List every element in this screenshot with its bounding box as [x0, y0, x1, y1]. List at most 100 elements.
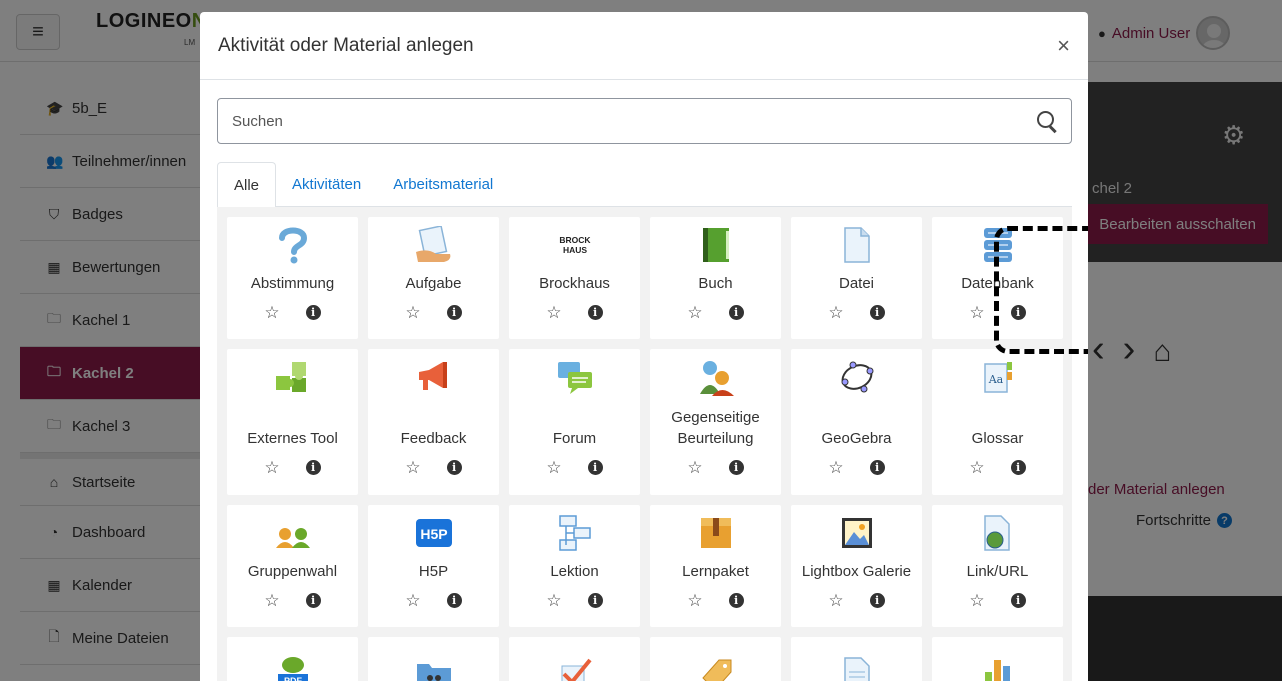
activity-card-glossar[interactable]: Aa Glossar ☆ i [932, 349, 1063, 495]
activity-grid: Abstimmung ☆ i Aufgabe ☆ i BROCK HAUS Brockhaus ☆… [227, 217, 1063, 681]
activity-label: Forum [552, 430, 597, 447]
pdf-icon: PDF [273, 651, 313, 681]
activity-card-lightbox-galerie[interactable]: Lightbox Galerie ☆ i [791, 505, 922, 627]
checkmark-icon [555, 651, 595, 681]
activity-card-partial[interactable] [932, 637, 1063, 681]
activity-label: Lektion [550, 563, 599, 580]
activity-card-feedback[interactable]: Feedback ☆ i [368, 349, 499, 495]
assignment-icon [414, 225, 454, 265]
info-icon[interactable]: i [869, 593, 885, 608]
star-icon[interactable]: ☆ [828, 592, 843, 609]
star-icon[interactable]: ☆ [969, 304, 984, 321]
search-input[interactable] [232, 112, 992, 130]
activity-card-externes-tool[interactable]: Externes Tool ☆ i [227, 349, 358, 495]
info-icon[interactable]: i [587, 593, 603, 608]
activity-card-link-url[interactable]: Link/URL ☆ i [932, 505, 1063, 627]
info-icon[interactable]: i [305, 460, 321, 475]
info-icon[interactable]: i [869, 460, 885, 475]
activity-card-forum[interactable]: Forum ☆ i [509, 349, 640, 495]
activity-card-lektion[interactable]: Lektion ☆ i [509, 505, 640, 627]
svg-text:BROCK: BROCK [559, 235, 591, 245]
glossary-icon: Aa [978, 357, 1018, 397]
activity-card-gegenseitige-beurteilung[interactable]: Gegenseitige Beurteilung ☆ i [650, 349, 781, 495]
modal-title: Aktivität oder Material anlegen [218, 34, 474, 56]
star-icon[interactable]: ☆ [264, 592, 279, 609]
info-icon[interactable]: i [728, 305, 744, 320]
close-icon[interactable]: × [1057, 33, 1070, 59]
info-icon[interactable]: i [446, 305, 462, 320]
info-icon[interactable]: i [587, 460, 603, 475]
info-icon[interactable]: i [446, 460, 462, 475]
info-icon[interactable]: i [1010, 460, 1026, 475]
tab-aktivit-ten[interactable]: Aktivitäten [276, 162, 377, 207]
svg-text:Aa: Aa [987, 373, 1003, 386]
star-icon[interactable]: ☆ [405, 592, 420, 609]
file-icon [837, 225, 877, 265]
activity-label: Brockhaus [539, 275, 610, 292]
activity-grid-area: Abstimmung ☆ i Aufgabe ☆ i BROCK HAUS Brockhaus ☆… [217, 207, 1072, 681]
activity-label: Datei [838, 275, 875, 292]
activity-card-geogebra[interactable]: GeoGebra ☆ i [791, 349, 922, 495]
card-actions: ☆ i [687, 592, 744, 609]
activity-label: Glossar [971, 430, 1024, 447]
activity-card-datei[interactable]: Datei ☆ i [791, 217, 922, 339]
star-icon[interactable]: ☆ [405, 459, 420, 476]
info-icon[interactable]: i [1010, 593, 1026, 608]
star-icon[interactable]: ☆ [546, 592, 561, 609]
card-actions: ☆ i [546, 592, 603, 609]
star-icon[interactable]: ☆ [687, 459, 702, 476]
tab-alle[interactable]: Alle [217, 162, 277, 208]
chooser-tabs: Alle Aktivitäten Arbeitsmaterial [217, 162, 1072, 208]
search-icon[interactable] [1037, 111, 1057, 131]
question-icon [273, 225, 313, 265]
activity-card-aufgabe[interactable]: Aufgabe ☆ i [368, 217, 499, 339]
star-icon[interactable]: ☆ [828, 304, 843, 321]
star-icon[interactable]: ☆ [264, 304, 279, 321]
info-icon[interactable]: i [446, 593, 462, 608]
card-actions: ☆ i [546, 459, 603, 476]
card-actions: ☆ i [828, 592, 885, 609]
peer-assessment-icon [696, 357, 736, 397]
activity-card-partial[interactable] [791, 637, 922, 681]
star-icon[interactable]: ☆ [546, 304, 561, 321]
activity-chooser-modal: Aktivität oder Material anlegen × AlleAk… [200, 12, 1088, 681]
activity-card-abstimmung[interactable]: Abstimmung ☆ i [227, 217, 358, 339]
card-actions: ☆ i [828, 304, 885, 321]
activity-card-h5p[interactable]: H5P H5P ☆ i [368, 505, 499, 627]
card-actions: ☆ i [546, 304, 603, 321]
star-icon[interactable]: ☆ [546, 459, 561, 476]
activity-label: Externes Tool [247, 430, 338, 447]
puzzle-icon [273, 357, 313, 397]
star-icon[interactable]: ☆ [405, 304, 420, 321]
info-icon[interactable]: i [728, 593, 744, 608]
megaphone-icon [414, 357, 454, 397]
info-icon[interactable]: i [728, 460, 744, 475]
activity-card-gruppenwahl[interactable]: Gruppenwahl ☆ i [227, 505, 358, 627]
info-icon[interactable]: i [587, 305, 603, 320]
star-icon[interactable]: ☆ [687, 304, 702, 321]
info-icon[interactable]: i [305, 593, 321, 608]
activity-card-lernpaket[interactable]: Lernpaket ☆ i [650, 505, 781, 627]
star-icon[interactable]: ☆ [687, 592, 702, 609]
activity-card-partial[interactable] [368, 637, 499, 681]
book-icon [696, 225, 736, 265]
lesson-icon [555, 513, 595, 553]
activity-card-buch[interactable]: Buch ☆ i [650, 217, 781, 339]
star-icon[interactable]: ☆ [264, 459, 279, 476]
star-icon[interactable]: ☆ [969, 592, 984, 609]
card-actions: ☆ i [264, 459, 321, 476]
activity-card-brockhaus[interactable]: BROCK HAUS Brockhaus ☆ i [509, 217, 640, 339]
activity-label: Feedback [400, 430, 467, 447]
geogebra-icon [837, 357, 877, 397]
activity-card-partial[interactable] [509, 637, 640, 681]
card-actions: ☆ i [969, 459, 1026, 476]
link-url-icon [978, 513, 1018, 553]
info-icon[interactable]: i [869, 305, 885, 320]
star-icon[interactable]: ☆ [969, 459, 984, 476]
activity-card-partial[interactable] [650, 637, 781, 681]
star-icon[interactable]: ☆ [828, 459, 843, 476]
activity-card-partial[interactable]: PDF [227, 637, 358, 681]
activity-label: Buch [698, 275, 733, 292]
info-icon[interactable]: i [305, 305, 321, 320]
tab-arbeitsmaterial[interactable]: Arbeitsmaterial [377, 162, 509, 207]
